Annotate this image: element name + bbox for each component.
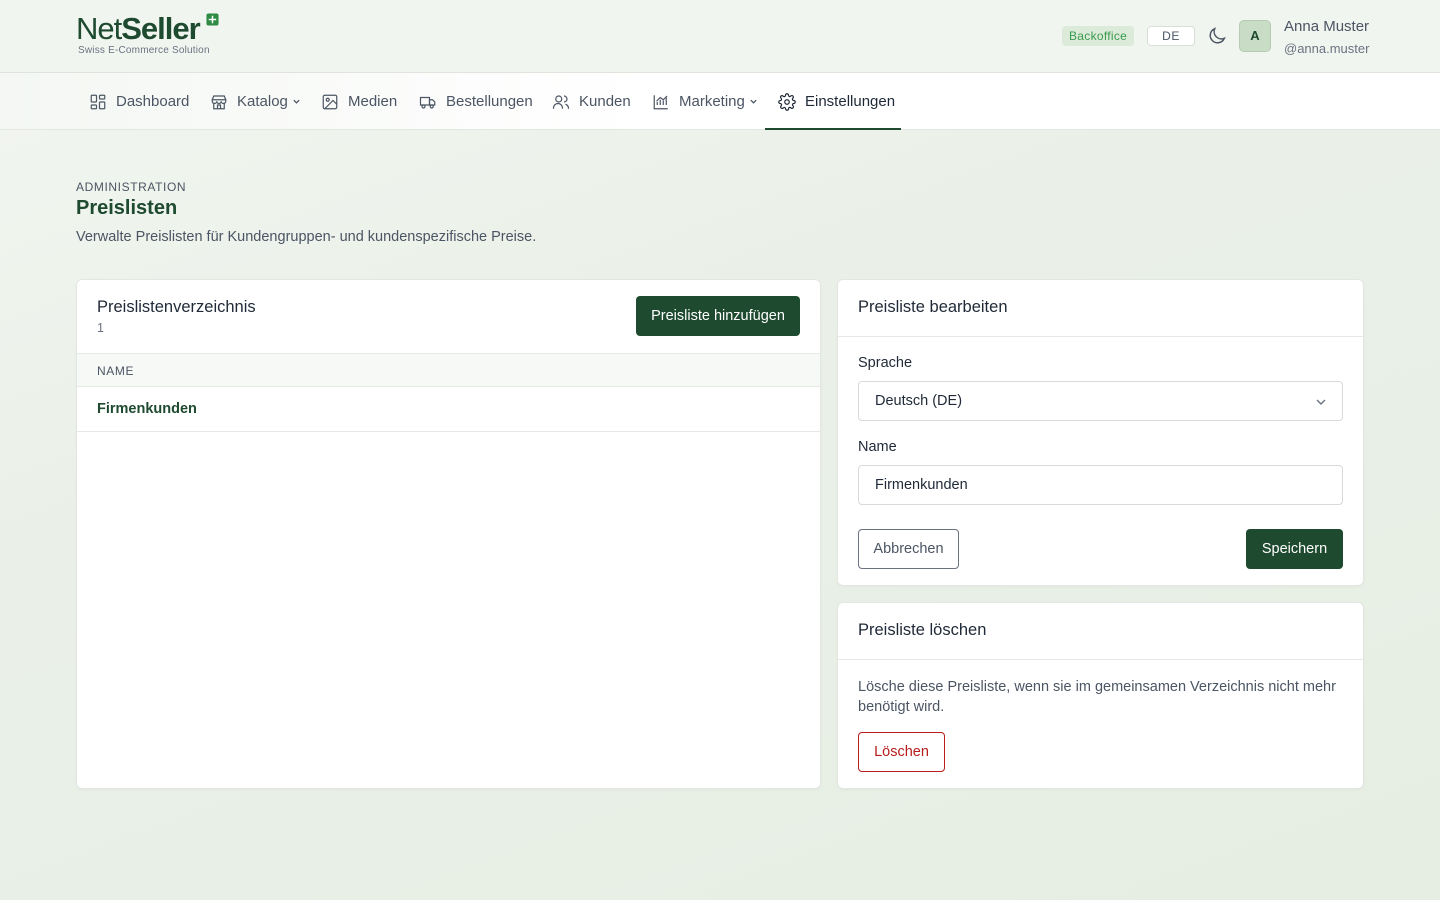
name-field[interactable] <box>858 465 1343 505</box>
delete-button[interactable]: Löschen <box>858 732 945 772</box>
nav-item-dashboard[interactable]: Dashboard <box>89 73 189 130</box>
nav-label: Katalog <box>237 93 288 110</box>
nav-item-katalog[interactable]: Katalog <box>210 73 301 130</box>
breadcrumb: ADMINISTRATION <box>76 180 187 194</box>
delete-description: Lösche diese Preisliste, wenn sie im gem… <box>858 679 1336 715</box>
nav-label: Bestellungen <box>446 93 533 110</box>
nav-label: Einstellungen <box>805 93 896 110</box>
truck-icon <box>419 96 436 109</box>
chevron-down-icon <box>750 99 757 104</box>
language-switcher[interactable]: DE <box>1147 26 1195 46</box>
nav-label: Medien <box>348 93 398 110</box>
table-header: NAME <box>77 353 820 387</box>
environment-badge: Backoffice <box>1062 26 1135 46</box>
store-icon <box>211 94 227 109</box>
user-handle: @anna.muster <box>1284 41 1370 56</box>
main-navigation: Dashboard Katalog Medien Bestellungen Ku… <box>0 73 1440 130</box>
nav-label: Dashboard <box>116 93 190 110</box>
column-header-name[interactable]: NAME <box>97 364 134 378</box>
divider <box>838 659 1363 660</box>
logo-tagline: Swiss E-Commerce Solution <box>78 45 210 56</box>
nav-item-marketing[interactable]: Marketing <box>652 73 758 130</box>
language-select[interactable]: Deutsch (DE) <box>858 381 1343 421</box>
active-tab-indicator <box>765 128 901 130</box>
moon-icon[interactable] <box>1206 25 1228 47</box>
nav-item-bestellungen[interactable]: Bestellungen <box>419 73 533 130</box>
page-title: Preislisten <box>76 197 178 219</box>
edit-pricelist-card: Preisliste bearbeiten Sprache Deutsch (D… <box>837 279 1364 586</box>
card-title: Preislistenverzeichnis <box>97 298 256 316</box>
page-description: Verwalte Preislisten für Kundengruppen- … <box>76 229 537 245</box>
language-label: Sprache <box>858 355 913 371</box>
pricelist-directory-card: Preislistenverzeichnis 1 Preisliste hinz… <box>76 279 821 789</box>
logo-seller: Seller <box>121 11 200 46</box>
language-select-value: Deutsch (DE) <box>875 393 963 409</box>
pricelist-count: 1 <box>97 321 104 335</box>
card-title: Preisliste löschen <box>858 621 987 639</box>
cancel-button[interactable]: Abbrechen <box>858 529 959 569</box>
user-name: Anna Muster <box>1284 18 1370 35</box>
delete-pricelist-card: Preisliste löschen Lösche diese Preislis… <box>837 602 1364 789</box>
nav-item-kunden[interactable]: Kunden <box>552 73 631 130</box>
avatar[interactable]: A <box>1239 20 1271 52</box>
nav-label: Marketing <box>679 93 745 110</box>
nav-item-medien[interactable]: Medien <box>321 73 397 130</box>
dashboard-icon <box>90 94 106 109</box>
gear-icon <box>778 92 796 111</box>
top-header: NetSeller Swiss E-Commerce Solution Back… <box>0 0 1440 73</box>
logo-net: Net <box>76 11 122 46</box>
card-title: Preisliste bearbeiten <box>858 298 1008 316</box>
leaf-icon <box>206 13 219 26</box>
add-pricelist-button[interactable]: Preisliste hinzufügen <box>636 296 800 336</box>
divider <box>838 336 1363 337</box>
image-icon <box>322 94 338 109</box>
save-button[interactable]: Speichern <box>1246 529 1343 569</box>
chevron-down-icon <box>293 99 300 104</box>
nav-label: Kunden <box>579 93 631 110</box>
name-label: Name <box>858 439 897 455</box>
table-row[interactable]: Firmenkunden <box>77 387 820 432</box>
pricelist-name[interactable]: Firmenkunden <box>97 401 197 417</box>
netseller-logo[interactable]: NetSeller Swiss E-Commerce Solution <box>76 12 226 58</box>
users-icon <box>552 94 570 109</box>
chart-icon <box>653 94 668 109</box>
chevron-down-icon <box>1316 399 1326 405</box>
nav-item-einstellungen[interactable]: Einstellungen <box>778 73 895 130</box>
